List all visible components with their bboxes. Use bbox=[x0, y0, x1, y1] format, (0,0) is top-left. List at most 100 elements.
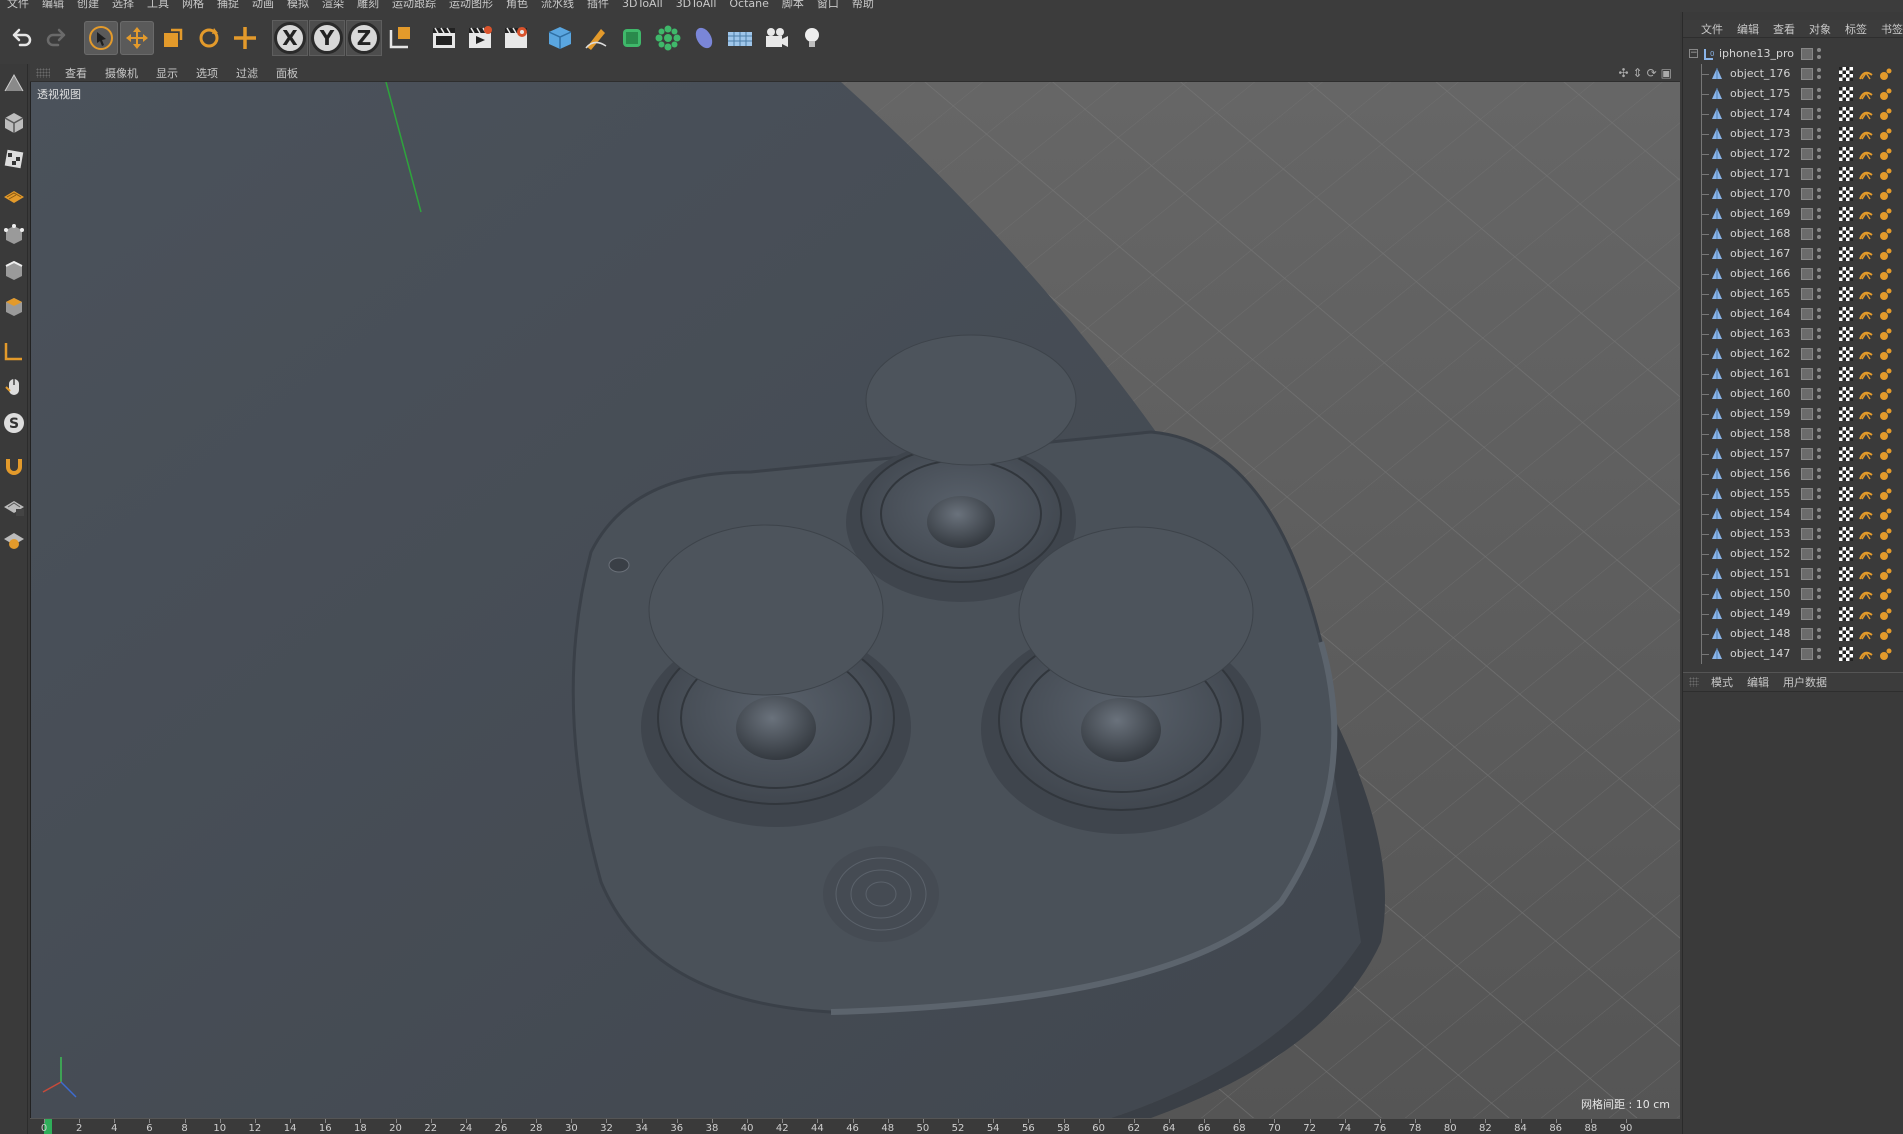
menu-item[interactable]: 脚本 bbox=[775, 0, 810, 10]
phong-tag-icon[interactable] bbox=[1859, 567, 1873, 581]
menu-item[interactable]: 3DToAll bbox=[615, 0, 669, 10]
texture-tag-icon[interactable] bbox=[1839, 387, 1853, 401]
tweak-mode-button[interactable] bbox=[1, 372, 27, 402]
visibility-toggle[interactable] bbox=[1801, 548, 1813, 560]
material-tag-icon[interactable] bbox=[1879, 307, 1893, 321]
object-row[interactable]: object_164 bbox=[1683, 304, 1903, 324]
visibility-toggle[interactable] bbox=[1801, 408, 1813, 420]
render-visibility-dots[interactable] bbox=[1817, 347, 1821, 361]
phong-tag-icon[interactable] bbox=[1859, 427, 1873, 441]
visibility-toggle[interactable] bbox=[1801, 608, 1813, 620]
menu-item[interactable]: 运动图形 bbox=[442, 0, 499, 10]
material-tag-icon[interactable] bbox=[1879, 67, 1893, 81]
texture-tag-icon[interactable] bbox=[1839, 627, 1853, 641]
light-button[interactable] bbox=[795, 21, 829, 55]
render-visibility-dots[interactable] bbox=[1817, 467, 1821, 481]
material-tag-icon[interactable] bbox=[1879, 467, 1893, 481]
object-row[interactable]: object_153 bbox=[1683, 524, 1903, 544]
phong-tag-icon[interactable] bbox=[1859, 127, 1873, 141]
visibility-toggle[interactable] bbox=[1801, 568, 1813, 580]
texture-tag-icon[interactable] bbox=[1839, 187, 1853, 201]
render-visibility-dots[interactable] bbox=[1817, 447, 1821, 461]
viewport-menu-item[interactable]: 显示 bbox=[147, 65, 187, 81]
axis-x-toggle[interactable]: X bbox=[272, 20, 308, 56]
phong-tag-icon[interactable] bbox=[1859, 87, 1873, 101]
object-row[interactable]: object_147 bbox=[1683, 644, 1903, 664]
object-row[interactable]: object_160 bbox=[1683, 384, 1903, 404]
render-visibility-dots[interactable] bbox=[1817, 387, 1821, 401]
attribute-manager-menu-item[interactable]: 模式 bbox=[1705, 674, 1741, 690]
render-visibility-dots[interactable] bbox=[1817, 147, 1821, 161]
phong-tag-icon[interactable] bbox=[1859, 627, 1873, 641]
render-visibility-dots[interactable] bbox=[1817, 647, 1821, 661]
texture-tag-icon[interactable] bbox=[1839, 367, 1853, 381]
snap-toggle-button[interactable]: S bbox=[1, 408, 27, 438]
material-tag-icon[interactable] bbox=[1879, 327, 1893, 341]
visibility-toggle[interactable] bbox=[1801, 468, 1813, 480]
panel-grip[interactable] bbox=[1689, 677, 1699, 687]
attribute-manager-menu-item[interactable]: 用户数据 bbox=[1777, 674, 1835, 690]
axis-z-toggle[interactable]: Z bbox=[346, 20, 382, 56]
texture-tag-icon[interactable] bbox=[1839, 87, 1853, 101]
render-visibility-dots[interactable] bbox=[1817, 407, 1821, 421]
magnet-snap-button[interactable] bbox=[1, 452, 27, 482]
texture-tag-icon[interactable] bbox=[1839, 547, 1853, 561]
orbit-icon[interactable]: ⟳ bbox=[1647, 66, 1657, 80]
object-row[interactable]: object_154 bbox=[1683, 504, 1903, 524]
material-tag-icon[interactable] bbox=[1879, 227, 1893, 241]
render-visibility-dots[interactable] bbox=[1817, 167, 1821, 181]
texture-tag-icon[interactable] bbox=[1839, 487, 1853, 501]
object-row[interactable]: object_162 bbox=[1683, 344, 1903, 364]
visibility-toggle[interactable] bbox=[1801, 168, 1813, 180]
visibility-toggle[interactable] bbox=[1801, 268, 1813, 280]
object-row[interactable]: object_157 bbox=[1683, 444, 1903, 464]
phong-tag-icon[interactable] bbox=[1859, 447, 1873, 461]
phong-tag-icon[interactable] bbox=[1859, 527, 1873, 541]
render-visibility-dots[interactable] bbox=[1817, 367, 1821, 381]
texture-tag-icon[interactable] bbox=[1839, 147, 1853, 161]
render-visibility-dots[interactable] bbox=[1817, 187, 1821, 201]
object-row[interactable]: object_161 bbox=[1683, 364, 1903, 384]
object-row[interactable]: object_170 bbox=[1683, 184, 1903, 204]
visibility-toggle[interactable] bbox=[1801, 488, 1813, 500]
phong-tag-icon[interactable] bbox=[1859, 107, 1873, 121]
object-row[interactable]: object_149 bbox=[1683, 604, 1903, 624]
visibility-toggle[interactable] bbox=[1801, 308, 1813, 320]
texture-tag-icon[interactable] bbox=[1839, 647, 1853, 661]
visibility-toggle[interactable] bbox=[1801, 128, 1813, 140]
object-row[interactable]: object_158 bbox=[1683, 424, 1903, 444]
object-row[interactable]: object_167 bbox=[1683, 244, 1903, 264]
object-row[interactable]: object_156 bbox=[1683, 464, 1903, 484]
visibility-toggle[interactable] bbox=[1801, 368, 1813, 380]
menu-item[interactable]: 运动跟踪 bbox=[385, 0, 442, 10]
material-tag-icon[interactable] bbox=[1879, 547, 1893, 561]
visibility-toggle[interactable] bbox=[1801, 348, 1813, 360]
material-tag-icon[interactable] bbox=[1879, 127, 1893, 141]
menu-item[interactable]: 帮助 bbox=[845, 0, 880, 10]
viewport-menu-item[interactable]: 摄像机 bbox=[96, 65, 147, 81]
visibility-toggle[interactable] bbox=[1801, 288, 1813, 300]
object-row[interactable]: object_172 bbox=[1683, 144, 1903, 164]
texture-tag-icon[interactable] bbox=[1839, 107, 1853, 121]
texture-tag-icon[interactable] bbox=[1839, 127, 1853, 141]
menu-item[interactable]: 文件 bbox=[0, 0, 35, 10]
render-visibility-dots[interactable] bbox=[1817, 307, 1821, 321]
object-row[interactable]: object_155 bbox=[1683, 484, 1903, 504]
texture-tag-icon[interactable] bbox=[1839, 587, 1853, 601]
object-list[interactable]: − 0 iphone13_pro object_176 object_175 obj… bbox=[1683, 44, 1903, 684]
texture-tag-icon[interactable] bbox=[1839, 527, 1853, 541]
render-visibility-dots[interactable] bbox=[1817, 267, 1821, 281]
render-visibility-dots[interactable] bbox=[1817, 567, 1821, 581]
multi-transform-button[interactable] bbox=[228, 21, 262, 55]
render-picture-viewer-button[interactable] bbox=[463, 21, 497, 55]
object-row[interactable]: object_173 bbox=[1683, 124, 1903, 144]
render-visibility-dots[interactable] bbox=[1817, 207, 1821, 221]
visibility-toggle[interactable] bbox=[1801, 148, 1813, 160]
object-row[interactable]: object_169 bbox=[1683, 204, 1903, 224]
texture-tag-icon[interactable] bbox=[1839, 607, 1853, 621]
texture-tag-icon[interactable] bbox=[1839, 227, 1853, 241]
material-tag-icon[interactable] bbox=[1879, 507, 1893, 521]
material-tag-icon[interactable] bbox=[1879, 527, 1893, 541]
texture-tag-icon[interactable] bbox=[1839, 507, 1853, 521]
menu-item[interactable]: 3DToAll bbox=[669, 0, 723, 10]
